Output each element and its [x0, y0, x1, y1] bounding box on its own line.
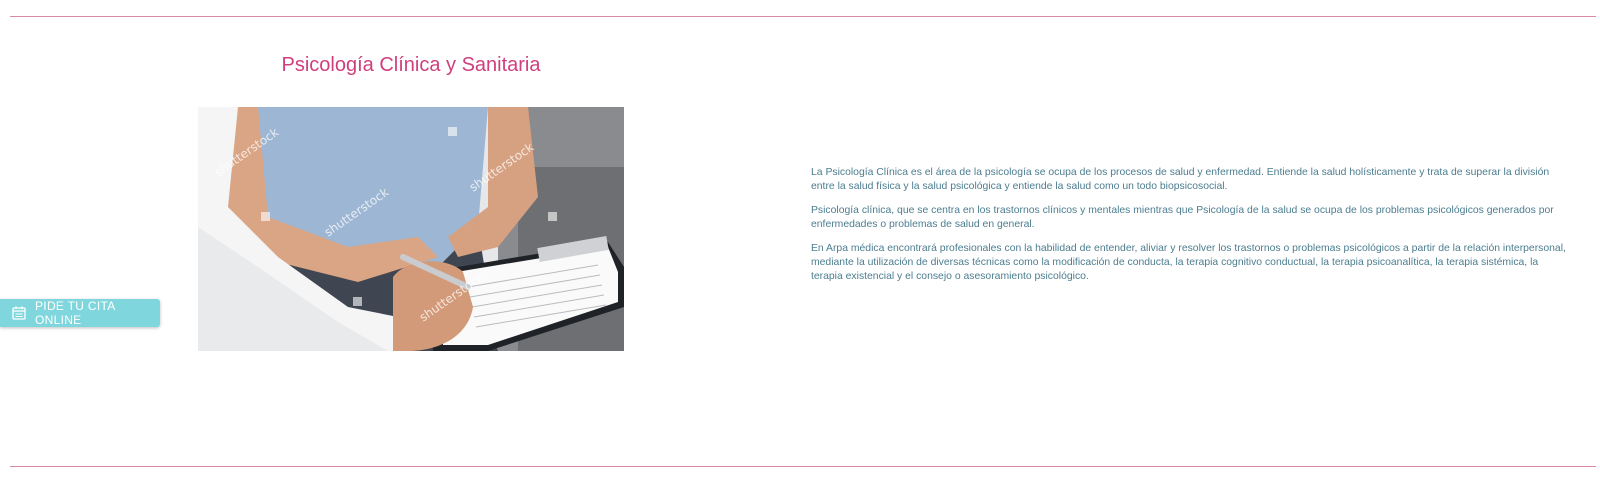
book-appointment-label: PIDE TU CITA ONLINE: [35, 299, 115, 327]
top-divider: [10, 16, 1596, 17]
section-description: La Psicología Clínica es el área de la p…: [811, 166, 1570, 294]
page: Psicología Clínica y Sanitaria shutterst…: [0, 0, 1600, 480]
paragraph-2: Psicología clínica, que se centra en los…: [811, 205, 1554, 230]
section-image: shutterstock shutterstock shutterstock s…: [198, 107, 624, 351]
paragraph-1: La Psicología Clínica es el área de la p…: [811, 167, 1550, 192]
calendar-icon: [11, 305, 27, 321]
section-title: Psicología Clínica y Sanitaria: [281, 54, 541, 76]
paragraph-3: En Arpa médica encontrará profesionales …: [811, 243, 1566, 282]
book-appointment-button[interactable]: PIDE TU CITA ONLINE: [0, 299, 160, 327]
bottom-divider: [10, 466, 1596, 467]
